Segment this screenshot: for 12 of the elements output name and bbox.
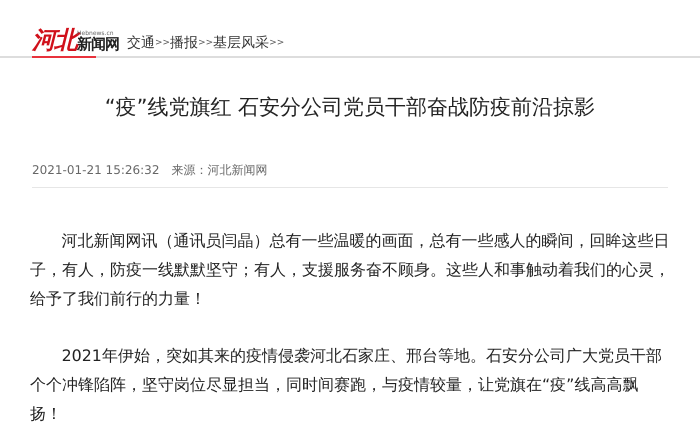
breadcrumb-separator: >> [198, 36, 214, 50]
article-paragraph: 2021年伊始，突如其来的疫情侵袭河北石家庄、邢台等地。石安分公司广大党员干部个个冲锋陷阵，坚守岗位尽显担当，同时间赛跑，与疫情较量，让党旗在“疫”线高高飘扬！ [30, 345, 663, 426]
breadcrumb-separator: >> [155, 38, 170, 48]
article-title: “疫”线党旗红 石安分公司党员干部奋战防疫前沿掠影 [104, 94, 596, 121]
article-paragraph: 河北新闻网讯（通讯员闫晶）总有一些温暖的画面，总有一些感人的瞬间，回眸这些日子，有人，防疫一线默默坚守；有人，支援服务奋不顾身。这些人和事触动着我们的心灵，给予了我们前行的力量！ [30, 230, 670, 310]
logo-name: 新闻网 [77, 37, 119, 52]
source-label: 来源：河北新闻网 [171, 162, 268, 180]
publish-time: 2021-01-21 15:26:32 [32, 162, 160, 180]
breadcrumb-separator: >> [269, 36, 284, 50]
breadcrumb-link[interactable]: 交通 [127, 33, 155, 54]
breadcrumb-link[interactable]: 基层风采 [213, 33, 270, 54]
breadcrumb-link[interactable]: 播报 [170, 33, 198, 54]
